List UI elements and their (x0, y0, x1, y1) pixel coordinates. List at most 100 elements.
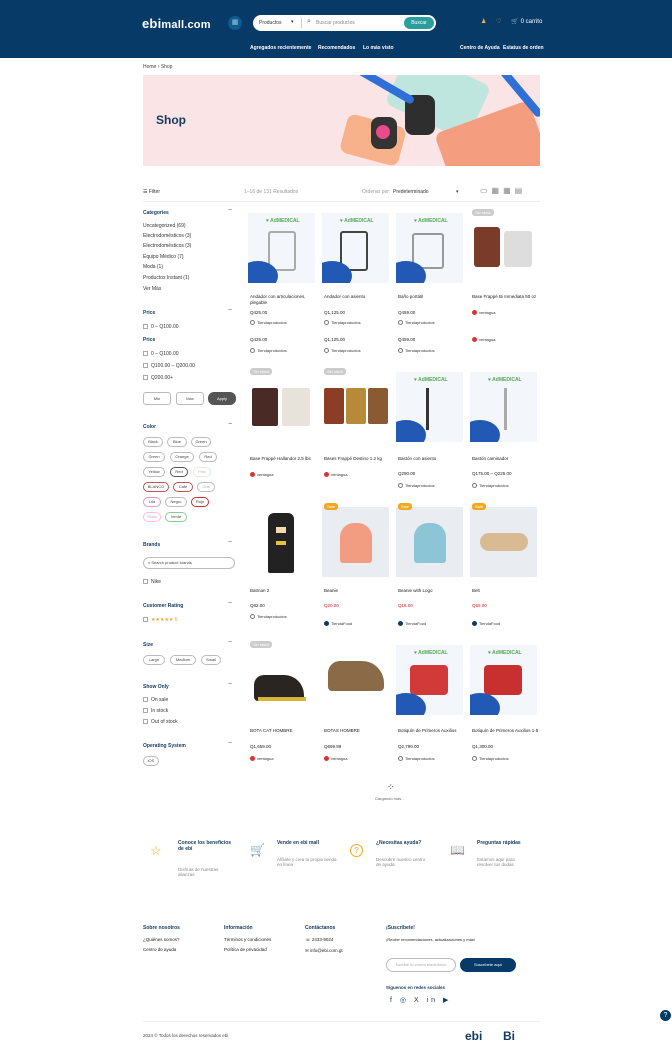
product-image[interactable]: ♥ AdMEDICAL (322, 213, 389, 283)
size-chip[interactable]: Small (201, 655, 221, 665)
product-seller[interactable]: TiendaFood (398, 621, 426, 627)
product-seller[interactable]: ventagua (472, 337, 495, 343)
price-option[interactable]: Q200.00+ (143, 375, 173, 381)
product-image[interactable] (248, 645, 315, 715)
category-item[interactable]: Productos Instant (1) (143, 275, 189, 281)
price-max-input[interactable]: Max (176, 392, 204, 405)
product-name[interactable]: Botiquín de Primeros Auxilios (398, 728, 466, 734)
search-category-select[interactable]: Productos (259, 20, 282, 26)
color-chip[interactable]: Blue (167, 437, 187, 447)
product-seller[interactable]: Tiendaproductos (472, 756, 509, 762)
chevron-down-icon[interactable]: ▾ (291, 19, 294, 25)
apply-button[interactable]: Apply (208, 392, 236, 405)
color-chip[interactable]: Rojo (191, 497, 209, 507)
instagram-icon[interactable]: ◎ (400, 997, 409, 1004)
product-seller[interactable]: Tiendaproductos (250, 348, 287, 354)
product-name[interactable]: Bases Frappé Destino 1.2 kg (324, 456, 392, 462)
product-name[interactable]: BOTA CAT HOMBRE (250, 728, 318, 734)
color-chip[interactable]: BLANCO (143, 482, 169, 492)
sort-select[interactable]: Predeterminado (393, 189, 429, 195)
footer-link[interactable]: ¿Quiénes somos? (143, 937, 180, 942)
size-chip[interactable]: Medium (170, 655, 196, 665)
product-image[interactable] (396, 507, 463, 577)
heart-icon[interactable]: ♡ (496, 19, 501, 25)
category-item[interactable]: Electrodomésticos (3) (143, 243, 191, 249)
product-name[interactable]: Batman 2 (250, 588, 318, 594)
category-item[interactable]: Moda (1) (143, 264, 163, 270)
show-option[interactable]: On sale (143, 697, 168, 703)
product-seller[interactable]: Tiendaproductos (398, 348, 435, 354)
product-seller[interactable]: TiendaFood (472, 621, 500, 627)
price-option[interactable]: 0 – Q100.00 (143, 351, 179, 357)
feature-title[interactable]: Preguntas rápidas (477, 840, 537, 846)
ver-mas-link[interactable]: Ver Más (143, 286, 161, 292)
product-name[interactable]: Andador con articulaciones, plegable (250, 294, 318, 306)
size-chip[interactable]: Large (143, 655, 165, 665)
chevron-down-icon[interactable]: ▾ (456, 189, 459, 195)
cart-icon[interactable]: 🛒 (511, 19, 518, 25)
product-image[interactable] (248, 507, 315, 577)
color-chip[interactable]: Pink (193, 467, 211, 477)
help-chat-button[interactable]: ? (660, 1010, 671, 1021)
category-item[interactable]: Electrodomésticos (3) (143, 233, 191, 239)
site-logo[interactable]: ebimall.com (142, 16, 211, 31)
search-button[interactable]: Buscar (404, 17, 434, 29)
view-toggle-icons[interactable]: ▭▦▦▤ (480, 186, 526, 195)
product-name[interactable]: Beanie (324, 588, 392, 594)
footer-phone[interactable]: ☏ 2433-9024 (305, 937, 343, 943)
feature-title[interactable]: ¿Necesitas ayuda? (376, 840, 436, 846)
color-chip[interactable]: Yellow (143, 467, 165, 477)
filter-toggle[interactable]: ☰ Filter (143, 189, 160, 195)
product-image[interactable]: ♥ AdMEDICAL (470, 645, 537, 715)
color-chip[interactable]: Verde (165, 512, 187, 522)
linkedin-icon[interactable]: in (427, 997, 438, 1004)
product-image[interactable]: ♥ AdMEDICAL (248, 213, 315, 283)
product-seller[interactable]: Tiendaproductos (398, 320, 435, 326)
product-seller[interactable]: ventagua (472, 310, 495, 316)
color-chip[interactable]: Red (199, 452, 217, 462)
product-image[interactable]: ♥ AdMEDICAL (396, 213, 463, 283)
product-seller[interactable]: ventagua (250, 756, 273, 762)
category-item[interactable]: Uncategorized (69) (143, 223, 186, 229)
color-chip[interactable]: Black (143, 437, 163, 447)
product-seller[interactable]: Tiendaproductos (250, 320, 287, 326)
os-chip[interactable]: iOS (143, 756, 159, 766)
color-chip[interactable]: Lila (143, 497, 161, 507)
nav-most-viewed[interactable]: Lo más visto (363, 45, 394, 51)
product-name[interactable]: Baño portátil (398, 294, 466, 300)
menu-grid-icon[interactable]: ▦ (228, 16, 242, 30)
product-seller[interactable]: ventagua (324, 472, 347, 478)
nav-order-status[interactable]: Estatus de orden (503, 45, 544, 51)
product-image[interactable]: ♥ AdMEDICAL (470, 372, 537, 442)
price-min-input[interactable]: Min (143, 392, 171, 405)
subscribe-email-input[interactable]: Escribe tu correo electrónico (386, 958, 456, 972)
color-chip[interactable]: Green (191, 437, 211, 447)
brand-search-input[interactable]: ⌕ Search product brands (143, 557, 235, 569)
product-name[interactable]: Beanie with Logo (398, 588, 466, 594)
feature-title[interactable]: Vende en ebi mall (277, 840, 337, 846)
product-image[interactable] (470, 213, 537, 283)
product-image[interactable]: ♥ AdMEDICAL (396, 645, 463, 715)
product-name[interactable]: Base Frappé Bi Inmediata 50 oz (472, 294, 540, 300)
product-seller[interactable]: Tiendaproductos (398, 756, 435, 762)
product-image[interactable] (322, 372, 389, 442)
color-chip[interactable]: Negro (165, 497, 187, 507)
footer-link[interactable]: Centro de ayuda (143, 947, 180, 952)
color-chip[interactable]: Green (143, 452, 165, 462)
product-name[interactable]: BOTAS HOMBRE (324, 728, 392, 734)
color-chip[interactable]: Orange (170, 452, 194, 462)
product-seller[interactable]: Tiendaproductos (250, 614, 287, 620)
product-name[interactable]: Belt (472, 588, 540, 594)
product-name[interactable]: Botiquín de Primeros Auxilios 1-5 (472, 728, 540, 734)
product-seller[interactable]: ventagua (324, 756, 347, 762)
product-seller[interactable]: ventagua (250, 472, 273, 478)
footer-email[interactable]: ✉ info@ebi.com.gt (305, 948, 343, 954)
show-option[interactable]: In stock (143, 708, 168, 714)
product-name[interactable]: Bastón con asiento (398, 456, 466, 462)
product-image[interactable] (322, 507, 389, 577)
color-chip[interactable]: Café (173, 482, 193, 492)
price-option[interactable]: Q100.00 – Q200.00 (143, 363, 195, 369)
product-seller[interactable]: Tiendaproductos (472, 483, 509, 489)
cart-label[interactable]: 0 carrito (521, 19, 543, 25)
show-option[interactable]: Out of stock (143, 719, 178, 725)
